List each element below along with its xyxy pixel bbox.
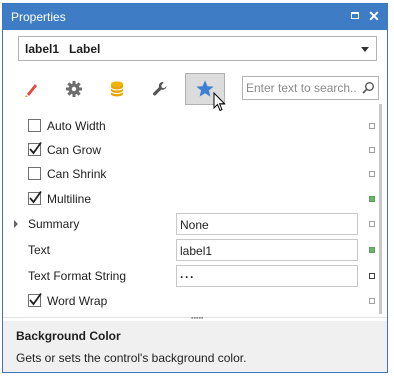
checkbox-auto-width[interactable] [28,119,41,132]
restore-button[interactable] [349,9,363,23]
component-selector[interactable]: label1 Label [18,36,377,61]
checkbox-word-wrap[interactable] [28,292,42,307]
description-panel: Background Color Gets or sets the contro… [3,321,387,372]
property-row-word-wrap[interactable]: Word Wrap [6,289,376,313]
scrollbar[interactable] [379,104,382,314]
component-name: label1 [25,42,60,56]
property-row-summary[interactable]: Summary None [6,212,376,236]
search-box[interactable] [242,76,379,100]
search-icon[interactable] [361,81,375,95]
gear-icon [66,81,82,97]
wrench-icon [153,82,167,96]
property-row-can-grow[interactable]: Can Grow [6,138,376,162]
star-icon [196,80,214,97]
tab-appearance[interactable] [12,73,52,105]
brush-icon [25,84,37,97]
property-label: Summary [28,217,80,231]
checkmark-icon [29,141,42,155]
mouse-pointer-icon [213,92,226,112]
description-title: Background Color [16,329,121,343]
description-text: Gets or sets the control's background co… [16,351,247,365]
ellipsis-button[interactable]: ··· [180,270,351,284]
property-marker[interactable] [369,298,375,304]
property-marker[interactable] [369,221,375,227]
property-row-text[interactable]: Text label1 [6,238,376,262]
properties-panel: Properties ✕ label1 Label Enter text to … [2,3,388,373]
property-label: Multiline [47,192,92,206]
property-marker[interactable] [369,147,375,153]
property-row-text-format-string[interactable]: Text Format String ··· [6,264,376,288]
tab-tools[interactable] [140,73,180,105]
checkbox-multiline[interactable] [28,190,42,205]
checkbox-can-shrink[interactable] [28,167,41,180]
title-bar: Properties ✕ [3,4,387,30]
modified-marker[interactable] [369,196,375,202]
text-value[interactable]: label1 [176,239,358,261]
checkbox-can-grow[interactable] [28,141,42,156]
property-label: Can Grow [47,143,102,157]
text-format-string-value[interactable]: ··· [176,265,358,287]
property-marker[interactable] [369,171,375,177]
checkmark-icon [29,292,42,306]
property-label: Auto Width [47,119,106,133]
tab-behavior[interactable] [54,73,94,105]
chevron-down-icon[interactable] [361,47,369,52]
expand-arrow-icon[interactable] [14,220,18,228]
property-label: Word Wrap [47,294,108,308]
component-type: Label [69,42,101,56]
modified-marker[interactable] [369,247,375,253]
search-input[interactable] [246,80,358,96]
tab-data[interactable] [97,73,137,105]
database-icon [110,81,124,97]
property-label: Can Shrink [47,167,107,181]
property-label: Text Format String [28,269,127,283]
restore-icon [351,12,359,19]
property-marker[interactable] [369,273,375,279]
property-grid: Auto Width Can Grow Can Shrink Multiline… [6,114,376,314]
property-row-auto-width[interactable]: Auto Width [6,114,376,138]
property-label: Text [28,243,51,257]
close-icon: ✕ [368,8,380,24]
close-button[interactable]: ✕ [367,9,381,23]
property-row-multiline[interactable]: Multiline [6,187,376,211]
summary-value[interactable]: None [176,213,358,235]
property-marker[interactable] [369,123,375,129]
panel-title: Properties [11,10,66,24]
property-row-can-shrink[interactable]: Can Shrink [6,162,376,186]
checkmark-icon [29,190,42,204]
